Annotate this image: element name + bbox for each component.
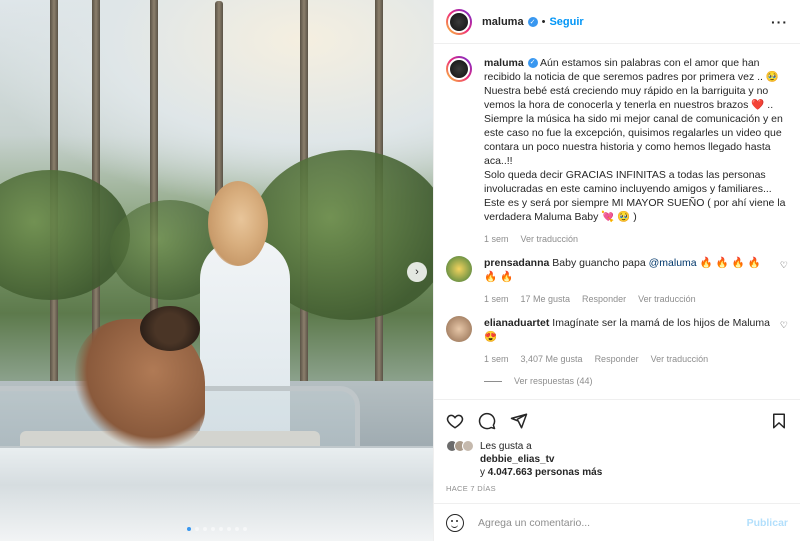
post-timestamp[interactable]: HACE 7 DÍAS [446, 484, 788, 493]
reply-button[interactable]: Responder [595, 352, 639, 366]
instagram-post-view: › maluma ✓ • Seguir ··· maluma ✓ Aún esta… [0, 0, 800, 541]
like-comment-heart-icon[interactable]: ♡ [780, 320, 788, 331]
caption-text: Aún estamos sin palabras con el amor que… [484, 57, 783, 167]
comments-section[interactable]: maluma ✓ Aún estamos sin palabras con el … [434, 44, 800, 399]
comment-meta: 1 sem 17 Me gusta Responder Ver traducci… [484, 292, 774, 306]
carousel-dot [186, 527, 191, 531]
carousel-dot [194, 527, 199, 531]
comment-text: Imagínate ser la mamá de los hijos de Ma… [552, 317, 770, 329]
comment-row: elianaduartet Imagínate ser la mamá de l… [446, 316, 788, 366]
caption-meta: 1 sem Ver traducción [484, 232, 788, 246]
post-actions: Les gusta a debbie_elias_tv y 4.047.663 … [434, 399, 800, 503]
like-comment-heart-icon[interactable]: ♡ [780, 260, 788, 271]
comment-username[interactable]: elianaduartet [484, 317, 549, 329]
post-photo[interactable]: › [0, 0, 433, 541]
carousel-dot [218, 527, 223, 531]
follow-button[interactable]: Seguir [549, 16, 583, 28]
verified-badge-icon: ✓ [527, 16, 538, 27]
comment-time[interactable]: 1 sem [484, 292, 509, 306]
carousel-next-button[interactable]: › [407, 262, 427, 282]
liker-avatar[interactable] [462, 440, 474, 452]
translate-link[interactable]: Ver traducción [651, 352, 709, 366]
emoji-smiley-icon[interactable] [446, 513, 464, 532]
comment-time[interactable]: 1 sem [484, 352, 509, 366]
carousel-dot [202, 527, 207, 531]
separator-dot: • [541, 15, 546, 28]
caption-text-2: Solo queda decir GRACIAS INFINITAS a tod… [484, 169, 786, 223]
view-replies-button[interactable]: Ver respuestas (44) [484, 376, 788, 386]
carousel-dot [234, 527, 239, 531]
caption-username[interactable]: maluma [484, 57, 524, 69]
share-send-icon[interactable] [510, 412, 528, 430]
caption-translate-link[interactable]: Ver traducción [521, 232, 579, 246]
carousel-dot [226, 527, 231, 531]
photo-man-head [140, 306, 200, 351]
liker-avatars [446, 440, 474, 452]
chevron-right-icon: › [415, 266, 419, 278]
author-avatar[interactable] [446, 8, 472, 35]
likes-summary: Les gusta a debbie_elias_tv y 4.047.663 … [446, 440, 788, 479]
carousel-dots [0, 527, 433, 531]
caption-time[interactable]: 1 sem [484, 232, 509, 246]
comment-bubble-icon[interactable] [478, 412, 496, 430]
comment-body: elianaduartet Imagínate ser la mamá de l… [484, 316, 774, 366]
liker-username[interactable]: debbie_elias_tv [480, 454, 554, 465]
likes-count-link[interactable]: 4.047.663 personas más [488, 467, 603, 478]
comment-text: Baby guancho papa [552, 257, 646, 269]
view-replies-label: Ver respuestas (44) [514, 376, 593, 386]
caption-avatar[interactable] [446, 56, 472, 82]
add-comment-bar: Publicar [434, 503, 800, 541]
likes-joiner: y [480, 467, 485, 478]
commenter-avatar[interactable] [446, 316, 472, 342]
comment-mention-link[interactable]: @maluma [649, 257, 697, 269]
translate-link[interactable]: Ver traducción [638, 292, 696, 306]
likes-text: Les gusta a debbie_elias_tv y 4.047.663 … [480, 440, 602, 479]
comment-input[interactable] [478, 516, 747, 529]
post-header: maluma ✓ • Seguir ··· [434, 0, 800, 44]
save-bookmark-icon[interactable] [770, 412, 788, 430]
like-heart-icon[interactable] [446, 412, 464, 430]
likes-prefix: Les gusta a [480, 441, 532, 452]
photo-car [0, 351, 433, 541]
caption-body: maluma ✓ Aún estamos sin palabras con el … [484, 56, 788, 246]
comment-likes-count[interactable]: 3,407 Me gusta [521, 352, 583, 366]
reply-button[interactable]: Responder [582, 292, 626, 306]
replies-line [484, 380, 502, 382]
comment-username[interactable]: prensadanna [484, 257, 549, 269]
author-username[interactable]: maluma [482, 16, 524, 28]
publish-button[interactable]: Publicar [747, 517, 788, 529]
comment-likes-count[interactable]: 17 Me gusta [521, 292, 571, 306]
photo-woman-head [208, 181, 268, 266]
heart-eyes-emoji: 😍 [484, 331, 498, 343]
carousel-dot [242, 527, 247, 531]
more-options-icon[interactable]: ··· [771, 14, 788, 30]
verified-badge-icon: ✓ [527, 58, 538, 69]
action-icons-row [446, 408, 788, 434]
carousel-dot [210, 527, 215, 531]
commenter-avatar[interactable] [446, 256, 472, 282]
comment-body: prensadanna Baby guancho papa @maluma 🔥 … [484, 256, 774, 306]
caption-row: maluma ✓ Aún estamos sin palabras con el … [446, 56, 788, 246]
comment-row: prensadanna Baby guancho papa @maluma 🔥 … [446, 256, 788, 306]
comment-meta: 1 sem 3,407 Me gusta Responder Ver tradu… [484, 352, 774, 366]
post-side-panel: maluma ✓ • Seguir ··· maluma ✓ Aún estamo… [433, 0, 800, 541]
